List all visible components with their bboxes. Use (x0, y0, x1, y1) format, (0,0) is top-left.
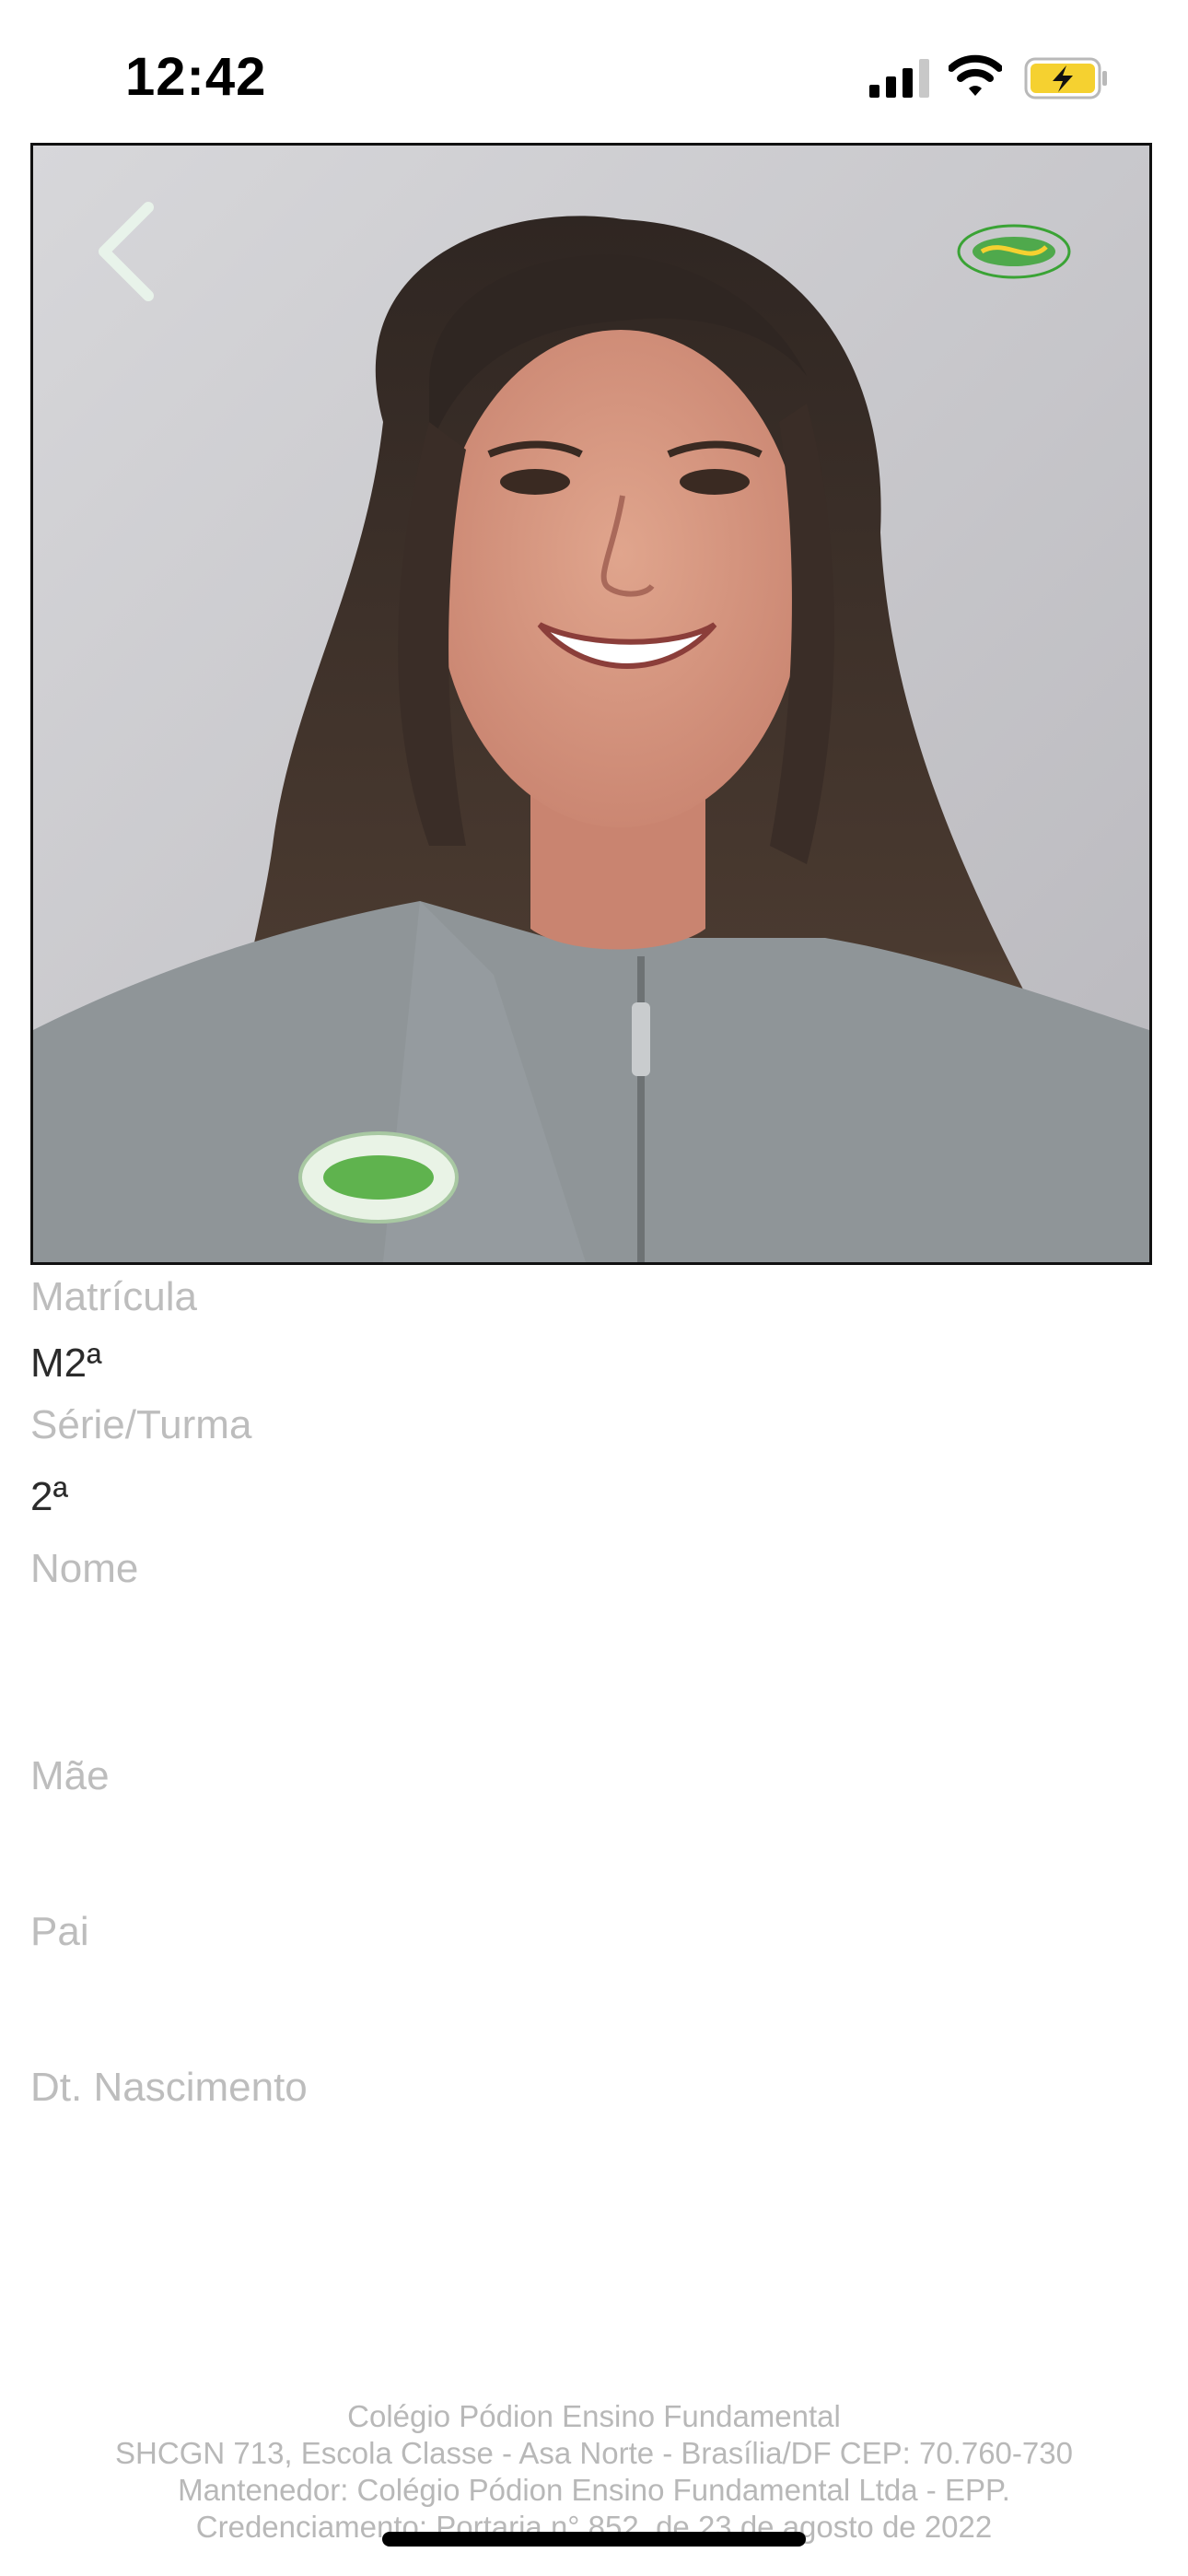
battery-charging-icon (1024, 57, 1107, 100)
school-footer: Colégio Pódion Ensino Fundamental SHCGN … (0, 2398, 1188, 2546)
footer-maintainer: Mantenedor: Colégio Pódion Ensino Fundam… (178, 2473, 1010, 2507)
footer-school-name: Colégio Pódion Ensino Fundamental (347, 2399, 841, 2433)
matricula-label: Matrícula (30, 1274, 197, 1319)
pai-label: Pai (30, 1909, 89, 1954)
student-photo (33, 146, 1149, 1262)
footer-address: SHCGN 713, Escola Classe - Asa Norte - B… (115, 2436, 1073, 2470)
student-photo-card (30, 143, 1152, 1265)
serie-turma-label: Série/Turma (30, 1402, 252, 1447)
status-bar: 12:42 (0, 0, 1188, 138)
podion-logo-icon (957, 224, 1071, 279)
back-chevron-icon[interactable] (84, 196, 176, 307)
nome-label: Nome (30, 1546, 139, 1591)
status-time: 12:42 (125, 47, 267, 107)
data-nascimento-label: Dt. Nascimento (30, 2065, 308, 2110)
home-indicator[interactable] (382, 2532, 806, 2547)
serie-turma-value: 2ª (30, 1474, 68, 1519)
matricula-value: M2ª (30, 1341, 102, 1386)
wifi-icon (949, 54, 1002, 96)
mae-label: Mãe (30, 1753, 110, 1798)
cellular-signal-icon (869, 59, 929, 98)
